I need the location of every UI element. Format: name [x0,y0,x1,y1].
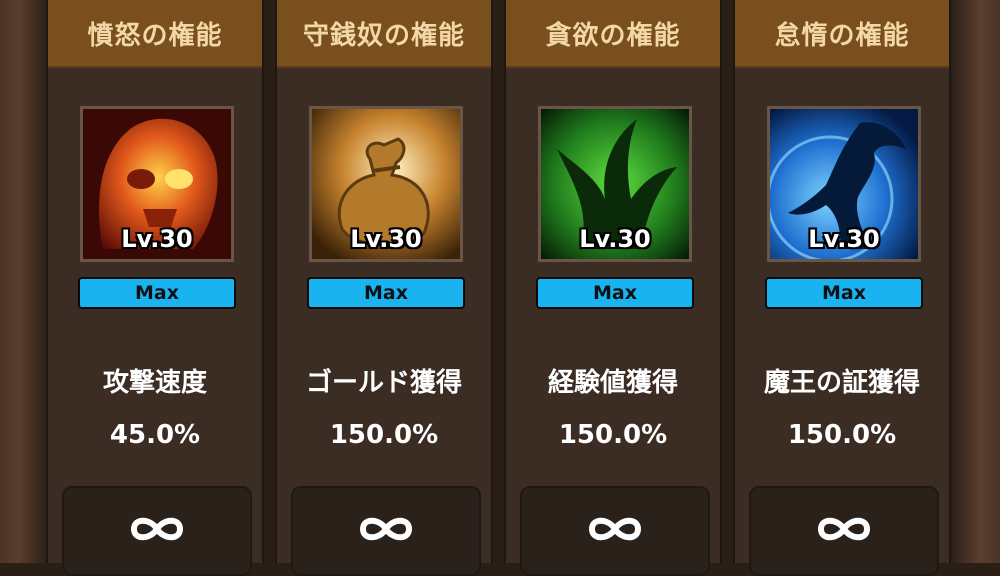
max-badge-label: Max [364,282,408,304]
max-level-badge: Max [307,277,465,309]
skill-card-sloth: 怠惰の権能 Lv.30 Max 魔王の証獲得 150.0% [733,0,951,576]
max-badge-label: Max [822,282,866,304]
stat-name: ゴールド獲得 [305,368,462,398]
card-title: 憤怒の権能 [87,20,223,51]
card-header: 憤怒の権能 [48,0,262,68]
left-frame [0,0,46,563]
card-header: 貪欲の権能 [506,0,720,68]
skill-level: Lv.30 [121,225,193,253]
skill-icon-frame[interactable]: Lv.30 [767,106,921,262]
skill-card-wrath: 憤怒の権能 Lv.30 Max 攻撃速度 45.0% [46,0,264,576]
right-frame [952,0,1000,563]
card-header: 怠惰の権能 [735,0,949,68]
infinity-icon [817,517,871,541]
skill-icon-frame[interactable]: Lv.30 [80,106,234,262]
stat-value: 150.0% [329,420,439,450]
skill-card-avarice: 貪欲の権能 Lv.30 Max 経験値獲得 150.0% [504,0,722,576]
max-badge-label: Max [135,282,179,304]
skill-level: Lv.30 [350,225,422,253]
max-level-badge: Max [536,277,694,309]
stat-value: 45.0% [109,420,201,450]
stat-name: 経験値獲得 [547,368,678,398]
card-title: 貪欲の権能 [545,20,681,51]
card-title: 怠惰の権能 [774,20,910,51]
skill-icon-frame[interactable]: Lv.30 [538,106,692,262]
skill-level: Lv.30 [808,225,880,253]
max-level-badge: Max [765,277,923,309]
skill-icon-frame[interactable]: Lv.30 [309,106,463,262]
card-header: 守銭奴の権能 [277,0,491,68]
infinity-icon [130,517,184,541]
skill-card-greed-gold: 守銭奴の権能 Lv.30 Max ゴールド獲得 150.0% [275,0,493,576]
stat-name: 魔王の証獲得 [763,368,920,398]
skill-level: Lv.30 [579,225,651,253]
infinity-icon [588,517,642,541]
stat-value: 150.0% [787,420,897,450]
stat-name: 攻撃速度 [102,368,207,398]
max-level-badge: Max [78,277,236,309]
card-title: 守銭奴の権能 [302,20,465,51]
infinity-icon [359,517,413,541]
stat-value: 150.0% [558,420,668,450]
max-badge-label: Max [593,282,637,304]
